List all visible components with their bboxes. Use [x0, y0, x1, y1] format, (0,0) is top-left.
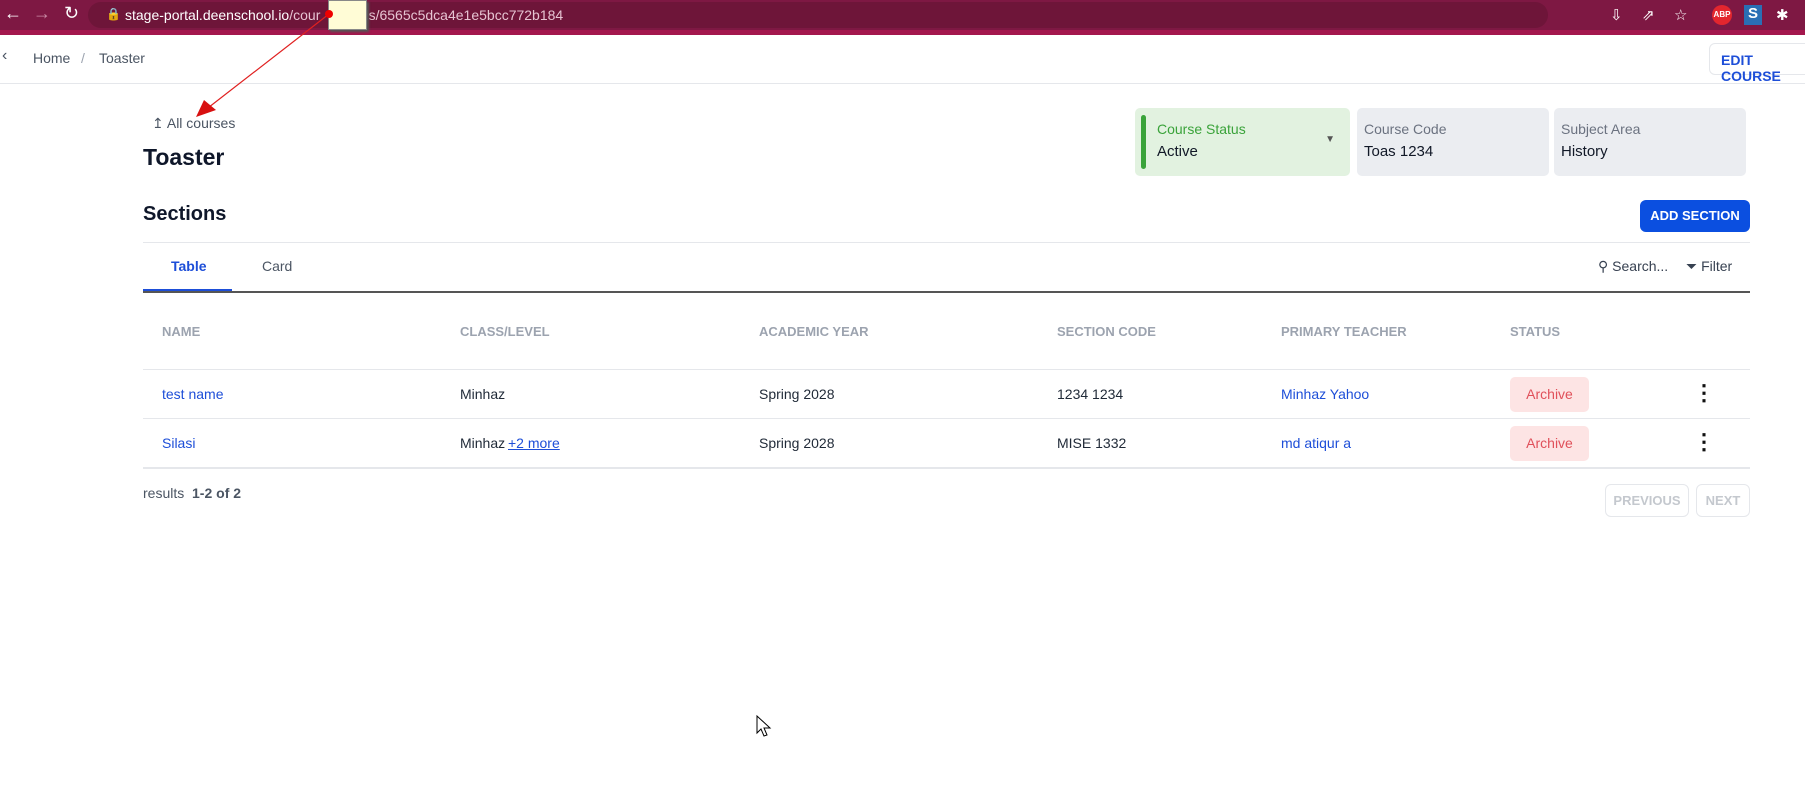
edit-course-button[interactable]: EDIT COURSE	[1709, 43, 1805, 84]
class-level: Minhaz	[460, 435, 506, 451]
star-icon[interactable]: ☆	[1674, 6, 1687, 24]
subject-area-card: Subject Area History	[1554, 108, 1746, 176]
more-classes-link[interactable]: +2 more	[508, 435, 560, 451]
filter-button[interactable]: ⏷ Filter	[1686, 258, 1732, 275]
academic-year: Spring 2028	[759, 435, 835, 451]
row-divider	[143, 467, 1750, 469]
breadcrumb-current: Toaster	[99, 50, 145, 66]
url-path-end: ils/6565c5dca4e1e5bcc772b184	[362, 7, 564, 23]
lock-icon: 🔒	[106, 7, 121, 21]
search-placeholder: Search...	[1612, 258, 1669, 274]
section-code: MISE 1332	[1057, 435, 1127, 451]
reload-icon[interactable]: ↻	[64, 3, 79, 24]
subject-area-label: Subject Area	[1561, 121, 1641, 137]
section-name-link[interactable]: test name	[162, 386, 223, 402]
table-row: Silasi Minhaz +2 more Spring 2028 MISE 1…	[0, 419, 1805, 467]
breadcrumb-home[interactable]: Home	[33, 50, 70, 66]
mouse-cursor-icon	[756, 714, 772, 737]
column-header-teacher: PRIMARY TEACHER	[1281, 324, 1407, 339]
class-level: Minhaz	[460, 386, 506, 402]
extension-s-icon[interactable]: S	[1744, 5, 1762, 25]
add-section-button[interactable]: ADD SECTION	[1640, 200, 1750, 232]
column-header-name: NAME	[162, 324, 201, 339]
column-header-status: STATUS	[1510, 324, 1561, 339]
filter-label: Filter	[1701, 258, 1733, 274]
column-header-class: CLASS/LEVEL	[460, 324, 550, 339]
arrow-up-icon: ↥	[152, 115, 167, 131]
previous-button[interactable]: PREVIOUS	[1605, 484, 1689, 517]
column-header-year: ACADEMIC YEAR	[759, 324, 869, 339]
share-icon[interactable]: ⇗	[1642, 6, 1655, 24]
all-courses-link[interactable]: ↥ All courses	[152, 115, 235, 132]
divider	[143, 242, 1750, 243]
results-range: 1-2 of 2	[192, 485, 242, 501]
primary-teacher-link[interactable]: md atiqur a	[1281, 435, 1351, 451]
tab-table[interactable]: Table	[171, 258, 207, 274]
url-host: stage-portal.deenschool.io	[125, 7, 290, 23]
course-code-value: Toas 1234	[1364, 143, 1434, 160]
page-title: Toaster	[143, 144, 225, 170]
primary-teacher-link[interactable]: Minhaz Yahoo	[1281, 386, 1369, 402]
browser-toolbar: ← → ↻ 🔒 stage-portal.deenschool.io/cour i…	[0, 0, 1805, 35]
caret-down-icon: ▼	[1325, 134, 1335, 145]
install-icon[interactable]: ⇩	[1610, 6, 1623, 24]
breadcrumb-separator: /	[81, 50, 85, 66]
table-row: test name Minhaz Spring 2028 1234 1234 M…	[0, 370, 1805, 418]
all-courses-label: All courses	[166, 115, 236, 131]
tabs-divider	[143, 291, 1750, 293]
more-options-icon[interactable]: ⋮	[1693, 380, 1715, 406]
filter-icon: ⏷	[1686, 258, 1698, 274]
extensions-puzzle-icon[interactable]: ✱	[1776, 6, 1789, 24]
back-icon[interactable]: ←	[4, 3, 22, 24]
academic-year: Spring 2028	[759, 386, 835, 402]
sticky-note-annotation	[328, 0, 367, 30]
status-badge[interactable]: Archive	[1510, 377, 1589, 412]
course-code-card: Course Code Toas 1234	[1357, 108, 1549, 176]
results-summary: results 1-2 of 2	[143, 485, 241, 501]
next-button[interactable]: NEXT	[1696, 484, 1750, 517]
course-status-label: Course Status	[1157, 121, 1246, 137]
course-status-value: Active	[1157, 143, 1198, 160]
results-label: results	[143, 485, 185, 501]
chevron-left-icon[interactable]: ‹	[2, 47, 7, 65]
status-badge[interactable]: Archive	[1510, 426, 1589, 461]
more-options-icon[interactable]: ⋮	[1693, 429, 1715, 455]
course-code-label: Course Code	[1364, 121, 1447, 137]
page-header: ‹ Home / Toaster EDIT COURSE	[0, 35, 1805, 84]
search-icon: ⚲	[1598, 258, 1609, 274]
adblock-icon[interactable]: ABP	[1712, 5, 1732, 25]
forward-icon[interactable]: →	[33, 3, 51, 24]
tab-card[interactable]: Card	[262, 258, 292, 274]
column-header-section-code: SECTION CODE	[1057, 324, 1156, 339]
subject-area-value: History	[1561, 143, 1608, 160]
search-input[interactable]: ⚲ Search...	[1598, 258, 1668, 275]
section-name-link[interactable]: Silasi	[162, 435, 195, 451]
sections-heading: Sections	[143, 203, 227, 225]
url-path-start: /cour	[289, 7, 321, 23]
section-code: 1234 1234	[1057, 386, 1124, 402]
course-status-dropdown[interactable]: Course Status Active ▼	[1135, 108, 1350, 176]
